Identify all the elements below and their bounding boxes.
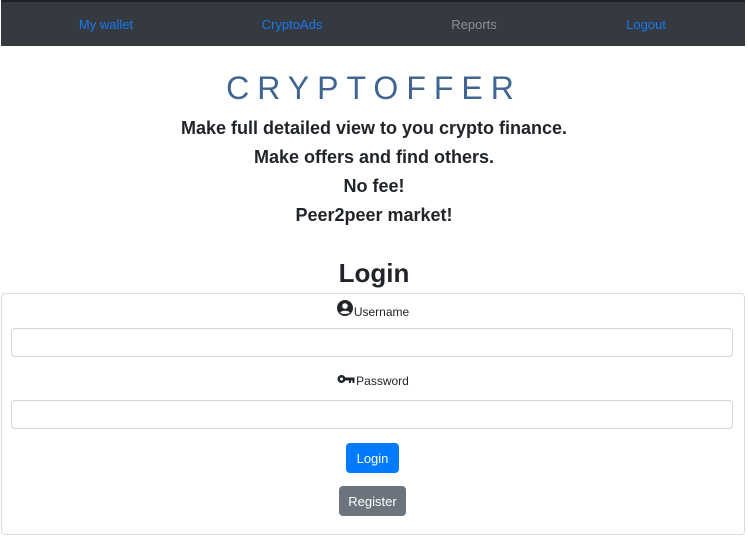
username-label-row: Username [2,300,744,319]
register-button[interactable]: Register [339,486,406,516]
brand-title: CRYPTOFFER [226,70,522,106]
login-form: Username Password Login Register [1,293,745,535]
password-label: Password [356,374,409,388]
key-icon [337,373,355,388]
nav-logout[interactable]: Logout [553,2,739,48]
username-input[interactable] [11,328,733,357]
tagline-1: Make full detailed view to you crypto fi… [180,118,568,138]
login-button[interactable]: Login [346,443,399,473]
user-circle-icon [336,300,353,319]
tagline-4: Peer2peer market! [295,205,453,225]
tagline-2: Make offers and find others. [253,147,495,167]
username-label: Username [353,305,410,319]
tagline-3: No fee! [343,176,405,196]
password-input[interactable] [11,400,733,429]
nav-reports[interactable]: Reports [381,2,567,48]
nav-my-wallet[interactable]: My wallet [13,2,199,48]
password-label-row: Password [2,373,744,388]
login-title: Login [338,258,410,288]
nav-cryptoads[interactable]: CryptoAds [199,2,385,48]
top-navbar: My wallet CryptoAds Reports Logout [1,0,745,46]
